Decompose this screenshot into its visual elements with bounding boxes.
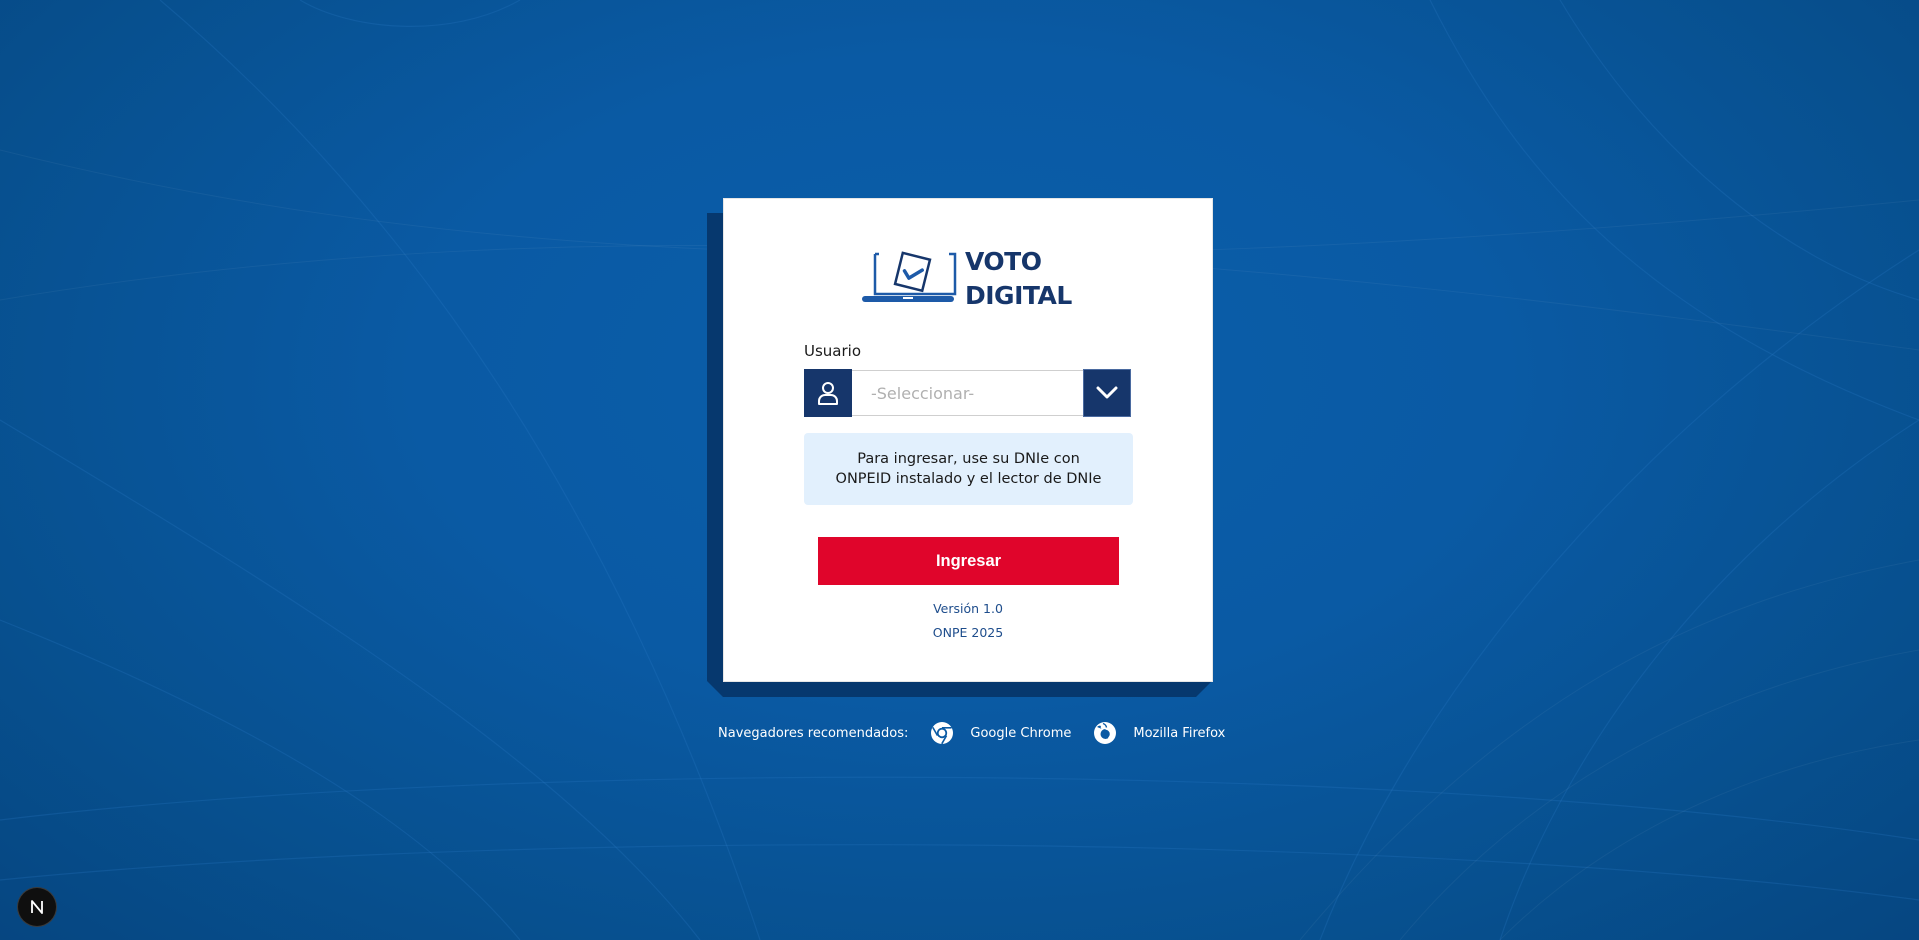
browser-chrome[interactable]: Google Chrome [930, 721, 1071, 745]
login-button[interactable]: Ingresar [818, 537, 1119, 585]
info-message-text: Para ingresar, use su DNIe con ONPEID in… [835, 451, 1102, 487]
brand-title: VOTO DIGITAL [965, 245, 1072, 313]
user-select-field[interactable]: -Seleccionar- [852, 370, 1083, 416]
info-message: Para ingresar, use su DNIe con ONPEID in… [804, 433, 1133, 505]
copyright-text: ONPE 2025 [932, 625, 1004, 640]
browser-firefox[interactable]: Mozilla Firefox [1093, 721, 1225, 745]
user-select[interactable]: -Seleccionar- [804, 369, 1131, 417]
browser-firefox-label: Mozilla Firefox [1133, 725, 1226, 741]
chevron-down-icon [1096, 386, 1118, 399]
chrome-icon [931, 722, 954, 745]
user-icon-box [804, 369, 852, 417]
firefox-icon [1094, 722, 1117, 744]
brand-line-1: VOTO [965, 247, 1042, 276]
user-label: Usuario [804, 342, 862, 360]
browser-chrome-label: Google Chrome [970, 725, 1072, 741]
laptop-ballot-icon [862, 251, 957, 302]
version-text: Versión 1.0 [933, 601, 1003, 616]
user-icon [818, 382, 838, 405]
browsers-label: Navegadores recomendados: [718, 725, 909, 741]
dropdown-toggle-button[interactable] [1083, 369, 1131, 417]
recommended-browsers: Navegadores recomendados: Google Chrome … [718, 721, 1225, 745]
login-card: VOTO DIGITAL Usuario -Seleccionar- Para … [723, 198, 1213, 682]
n-logo-icon [31, 900, 43, 914]
brand-line-2: DIGITAL [965, 281, 1072, 310]
dev-tools-badge[interactable] [18, 888, 56, 926]
